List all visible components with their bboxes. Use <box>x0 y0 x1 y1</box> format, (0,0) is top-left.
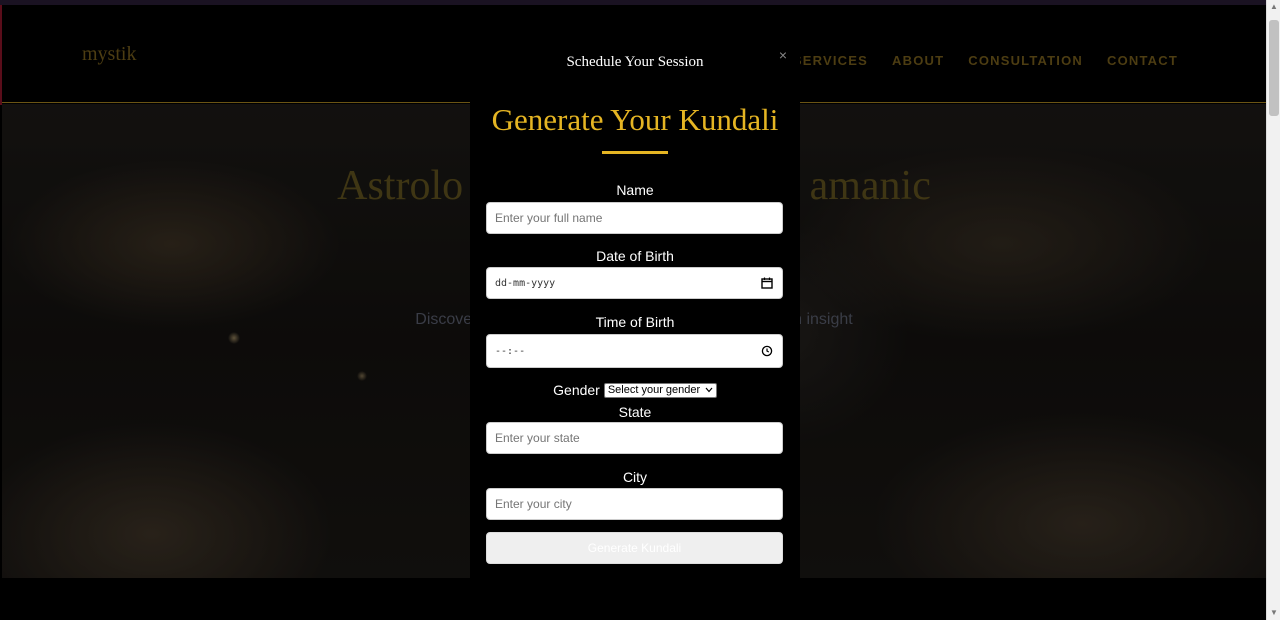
gender-row: Gender Select your gender <box>470 382 800 398</box>
generate-kundali-button[interactable]: Generate Kundali <box>486 532 783 564</box>
state-label: State <box>618 404 652 420</box>
state-input[interactable] <box>495 431 774 445</box>
tob-label: Time of Birth <box>595 314 675 330</box>
modal-header: Schedule Your Session × <box>470 44 800 96</box>
dob-placeholder: dd-mm-yyyy <box>495 277 556 289</box>
close-icon[interactable]: × <box>776 48 790 62</box>
modal-overlay: Schedule Your Session × Generate Your Ku… <box>0 0 1266 620</box>
gender-selected-value: Select your gender <box>607 384 701 396</box>
heading-underline <box>602 151 668 154</box>
gender-label: Gender <box>553 382 600 398</box>
scroll-up-arrow-icon[interactable]: ▲ <box>1267 0 1280 14</box>
tob-placeholder: --:-- <box>495 345 526 357</box>
dob-field[interactable]: dd-mm-yyyy <box>486 267 783 299</box>
scroll-thumb[interactable] <box>1269 20 1279 116</box>
dob-label: Date of Birth <box>596 248 674 264</box>
gender-select[interactable]: Select your gender <box>603 382 717 398</box>
form-heading: Generate Your Kundali <box>491 102 779 137</box>
city-label: City <box>622 469 648 485</box>
city-field-box <box>486 488 783 520</box>
kundali-form: Generate Your Kundali Name Date of Birth… <box>470 96 800 578</box>
name-label: Name <box>616 182 654 198</box>
name-input[interactable] <box>495 211 774 225</box>
tob-field[interactable]: --:-- <box>486 334 783 368</box>
state-field-box <box>486 422 783 454</box>
name-field-box <box>486 202 783 234</box>
city-input[interactable] <box>495 497 774 511</box>
modal-title: Schedule Your Session <box>566 54 704 70</box>
page-scrollbar[interactable]: ▲ ▼ <box>1266 0 1280 620</box>
clock-icon[interactable] <box>760 344 774 358</box>
chevron-down-icon <box>705 384 713 396</box>
scroll-down-arrow-icon[interactable]: ▼ <box>1267 606 1280 620</box>
calendar-icon[interactable] <box>760 276 774 290</box>
